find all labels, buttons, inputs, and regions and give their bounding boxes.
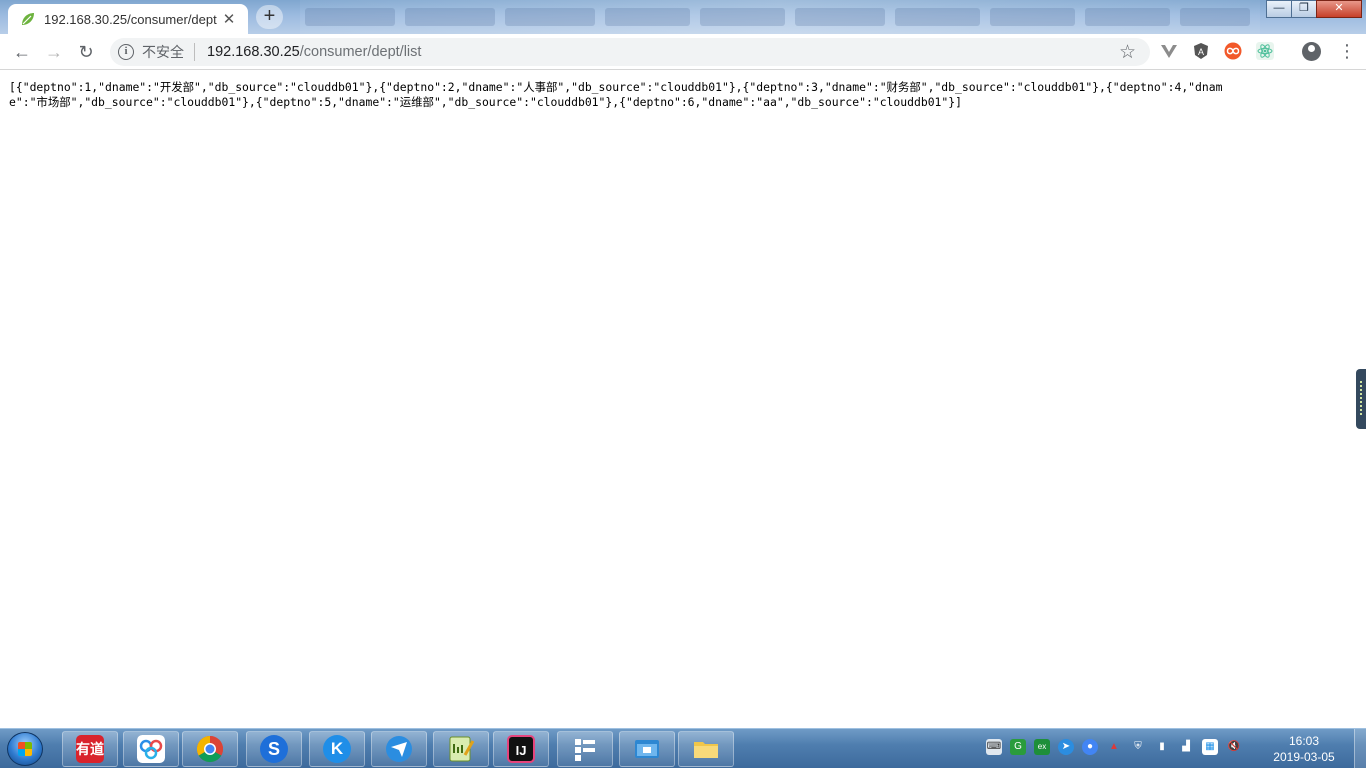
youdao-icon: 有道: [76, 735, 104, 763]
info-icon[interactable]: i: [118, 44, 134, 60]
taskbar-app-baidu-netdisk[interactable]: [123, 731, 179, 767]
tab-close-icon[interactable]: ✕: [220, 10, 238, 28]
background-window-tab: [305, 8, 395, 26]
browser-tab-strip: 192.168.30.25/consumer/dept ✕ + — ❐ ✕: [0, 0, 1366, 34]
vue-devtools-icon[interactable]: [1160, 42, 1178, 60]
kugou-icon: K: [323, 735, 351, 763]
page-content: [{"deptno":1,"dname":"开发部","db_source":"…: [0, 71, 1366, 728]
new-tab-button[interactable]: +: [256, 5, 283, 29]
notepad-plus-icon: [449, 736, 475, 762]
url-host[interactable]: 192.168.30.25: [207, 44, 300, 60]
background-window-tab: [990, 8, 1075, 26]
tab-title: 192.168.30.25/consumer/dept: [44, 11, 217, 27]
svg-text:A: A: [1198, 47, 1204, 57]
taskbar-app-xshell[interactable]: [557, 731, 613, 767]
taskbar-clock[interactable]: 16:03 2019-03-05: [1262, 733, 1346, 765]
side-panel-handle[interactable]: [1356, 369, 1366, 429]
background-window-tab: [505, 8, 595, 26]
background-window-tab: [605, 8, 690, 26]
taskbar-app-sogou[interactable]: S: [246, 731, 302, 767]
feiq-tray-icon[interactable]: ➤: [1058, 739, 1074, 755]
infinity-icon[interactable]: [1224, 42, 1242, 60]
taskbar-app-youdao[interactable]: 有道: [62, 731, 118, 767]
network-signal-icon[interactable]: ▟: [1178, 739, 1194, 755]
volume-muted-icon[interactable]: 🔇: [1226, 739, 1242, 755]
tab-consumer-dept[interactable]: 192.168.30.25/consumer/dept ✕: [8, 4, 248, 34]
bookmark-star-icon[interactable]: ☆: [1119, 41, 1136, 64]
chrome-icon: [196, 735, 224, 763]
intellij-idea-icon: IJ: [507, 735, 535, 763]
url-path[interactable]: /consumer/dept/list: [300, 44, 422, 60]
ex-tray-icon[interactable]: ex: [1034, 739, 1050, 755]
usb-tray-icon[interactable]: ▮: [1154, 739, 1170, 755]
back-button[interactable]: ←: [8, 38, 36, 66]
feiq-icon: [386, 736, 412, 762]
minimize-button[interactable]: —: [1266, 0, 1292, 18]
taskbar-app-explorer[interactable]: [678, 731, 734, 767]
clock-time: 16:03: [1288, 734, 1320, 748]
background-window-tab: [895, 8, 980, 26]
show-desktop-button[interactable]: [1354, 729, 1366, 769]
spring-leaf-icon: [22, 13, 34, 25]
taskbar-app-notepad-plus[interactable]: [433, 731, 489, 767]
chrome-tray-icon[interactable]: ●: [1082, 739, 1098, 755]
profile-icon[interactable]: [1302, 42, 1321, 61]
taskbar-app-feiq[interactable]: [371, 731, 427, 767]
background-window-tab: [405, 8, 495, 26]
folder-icon: [694, 742, 718, 758]
close-window-button[interactable]: ✕: [1316, 0, 1362, 18]
taskbar-app-kugou[interactable]: K: [309, 731, 365, 767]
shield-tray-icon[interactable]: ⛨: [1130, 739, 1146, 755]
taskbar-app-chrome[interactable]: [182, 731, 238, 767]
taskbar-app-file-manager[interactable]: [619, 731, 675, 767]
adblock-icon[interactable]: A: [1192, 42, 1210, 60]
baidu-netdisk-icon: [137, 735, 165, 763]
windows-taskbar: 有道 S K IJ ⌨ G ex ➤ ● ▲ ⛨ ▮ ▟ ▦ 🔇 16:03 2…: [0, 728, 1366, 769]
reload-button[interactable]: ↻: [72, 38, 100, 66]
security-label[interactable]: 不安全: [142, 42, 184, 62]
forward-button[interactable]: →: [40, 38, 68, 66]
xshell-icon: [575, 739, 595, 761]
maximize-button[interactable]: ❐: [1291, 0, 1317, 18]
background-window-tab: [1085, 8, 1170, 26]
keyboard-icon[interactable]: ⌨: [986, 739, 1002, 755]
background-window-tab: [795, 8, 885, 26]
address-bar[interactable]: i 不安全 192.168.30.25/consumer/dept/list ☆: [110, 38, 1150, 66]
sogou-icon: S: [260, 735, 288, 763]
file-manager-icon: [635, 740, 659, 758]
clock-date: 2019-03-05: [1273, 750, 1335, 764]
security-tray-icon[interactable]: G: [1010, 739, 1026, 755]
react-devtools-icon[interactable]: [1256, 42, 1274, 60]
background-window-tab: [1180, 8, 1250, 26]
json-response-text: [{"deptno":1,"dname":"开发部","db_source":"…: [9, 80, 1223, 109]
xshell-tray-icon[interactable]: ▦: [1202, 739, 1218, 755]
system-tray: ⌨ G ex ➤ ● ▲ ⛨ ▮ ▟ ▦ 🔇: [986, 739, 1250, 755]
taskbar-app-intellij-idea[interactable]: IJ: [493, 731, 549, 767]
background-window-tab: [700, 8, 785, 26]
start-button[interactable]: [7, 732, 43, 766]
omnibox-divider: [194, 43, 195, 61]
menu-icon[interactable]: ⋮: [1338, 39, 1356, 63]
window-controls: — ❐ ✕: [1266, 0, 1362, 18]
arrow-tray-icon[interactable]: ▲: [1106, 739, 1122, 755]
